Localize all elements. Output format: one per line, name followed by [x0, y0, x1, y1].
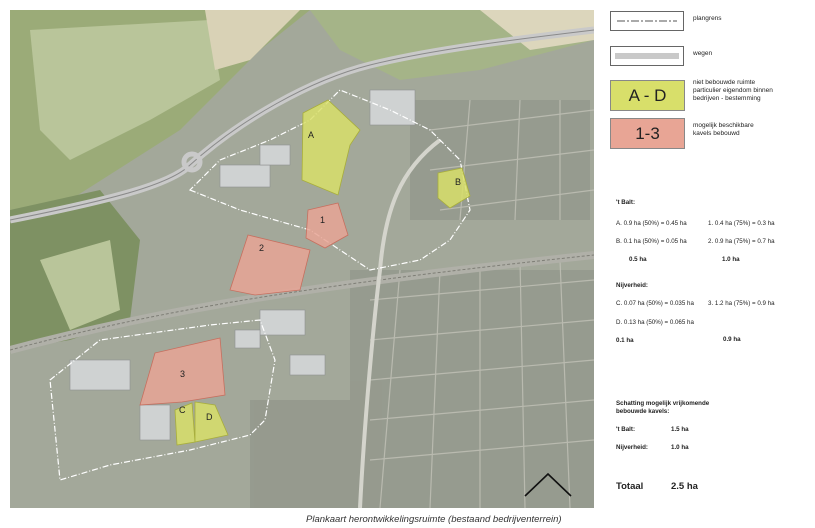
nijverheid-row-3: 3. 1.2 ha (75%) = 0.9 ha	[708, 300, 775, 307]
legend-wegen-label: wegen	[693, 50, 713, 57]
balt-row-2: 2. 0.9 ha (75%) = 0.7 ha	[708, 238, 775, 245]
balt-row-a: A. 0.9 ha (50%) = 0.45 ha	[616, 220, 687, 227]
balt-heading: 't Balt:	[616, 199, 636, 206]
legend-plangrens-label: plangrens	[693, 15, 722, 22]
label-a: A	[308, 130, 314, 140]
label-b: B	[455, 177, 461, 187]
nijverheid-total-left: 0.1 ha	[616, 337, 634, 344]
aerial-map: A B C D 1 2 3	[10, 10, 594, 508]
legend-wegen-swatch	[610, 46, 684, 66]
schatting-nijv-label: Nijverheid:	[616, 444, 648, 451]
legend-13-text: mogelijk beschikbare kavels bebouwd	[693, 122, 754, 138]
map-caption: Plankaart herontwikkelingsruimte (bestaa…	[306, 514, 562, 525]
legend-13-line-2: kavels bebouwd	[693, 130, 740, 138]
totaal-value: 2.5 ha	[671, 481, 698, 492]
schatting-heading: Schatting mogelijk vrijkomende bebouwde …	[616, 400, 709, 416]
balt-row-1: 1. 0.4 ha (75%) = 0.3 ha	[708, 220, 775, 227]
schatting-balt-value: 1.5 ha	[671, 426, 689, 433]
legend-plangrens-swatch	[610, 11, 684, 31]
legend-ad-badge: A - D	[610, 80, 685, 111]
label-c: C	[179, 405, 186, 415]
legend-13-badge: 1-3	[610, 118, 685, 149]
totaal-label: Totaal	[616, 481, 644, 492]
schatting-balt-label: 't Balt:	[616, 426, 636, 433]
legend-ad-line-2: particulier eigendom binnen	[693, 87, 773, 95]
schatting-heading-line-1: Schatting mogelijk vrijkomende	[616, 400, 710, 407]
nijverheid-row-c: C. 0.07 ha (50%) = 0.035 ha	[616, 300, 694, 307]
legend-ad-text: niet bebouwde ruimte particulier eigendo…	[693, 79, 773, 104]
legend-ad-line-1: niet bebouwde ruimte	[693, 79, 756, 86]
label-1: 1	[320, 215, 325, 225]
schatting-nijv-value: 1.0 ha	[671, 444, 689, 451]
balt-row-b: B. 0.1 ha (50%) = 0.05 ha	[616, 238, 687, 245]
legend-13-line-1: mogelijk beschikbare	[693, 122, 754, 129]
label-3: 3	[180, 369, 185, 379]
legend-ad-line-3: bedrijven - bestemming	[693, 95, 761, 103]
nijverheid-total-right: 0.9 ha	[723, 336, 741, 343]
nijverheid-heading: Nijverheid:	[616, 282, 648, 289]
road-icon	[615, 53, 679, 59]
plangrens-line-icon	[617, 20, 677, 22]
label-d: D	[206, 412, 213, 422]
balt-total-right: 1.0 ha	[722, 256, 740, 263]
map-svg: A B C D 1 2 3	[10, 10, 594, 508]
schatting-heading-line-2: bebouwde kavels:	[616, 408, 670, 415]
balt-total-left: 0.5 ha	[629, 256, 647, 263]
nijverheid-row-d: D. 0.13 ha (50%) = 0.065 ha	[616, 319, 694, 326]
label-2: 2	[259, 243, 264, 253]
